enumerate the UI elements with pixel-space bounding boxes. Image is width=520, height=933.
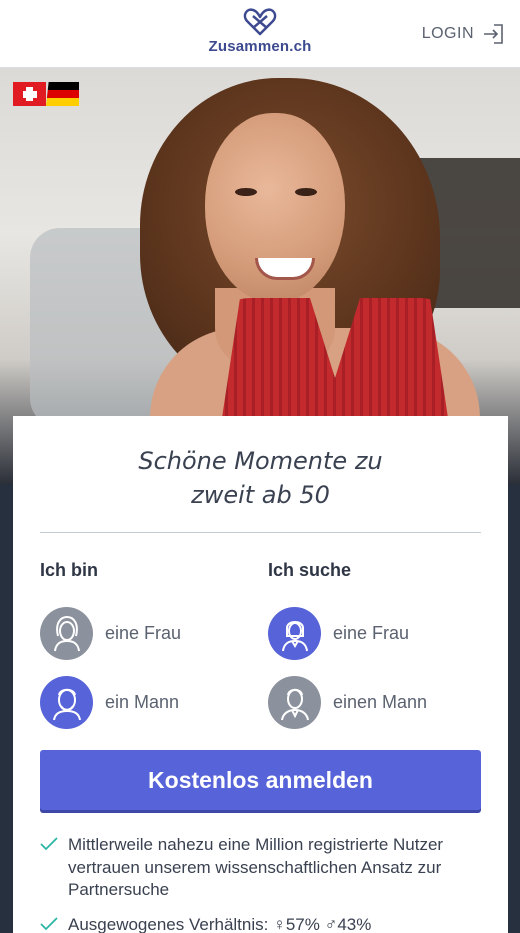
i-am-woman-label: eine Frau [105, 622, 182, 643]
i-am-title: Ich bin [40, 560, 98, 580]
language-switcher[interactable] [13, 82, 79, 106]
header: Zusammen.ch LOGIN [0, 0, 520, 68]
looking-for-woman-option[interactable]: eine Frau [268, 606, 409, 660]
benefits-list: Mittlerweile nahezu eine Million registr… [40, 834, 490, 933]
login-arrow-icon [484, 24, 503, 44]
brand-logo[interactable]: Zusammen.ch [200, 6, 320, 62]
i-am-man-label: ein Mann [105, 691, 180, 712]
heart-infinity-icon [243, 8, 277, 36]
divider [40, 532, 481, 533]
man-avatar-icon [268, 675, 321, 729]
i-am-woman-option[interactable]: eine Frau [40, 606, 181, 660]
woman-avatar-icon [40, 606, 93, 660]
looking-for-title: Ich suche [268, 560, 352, 580]
headline: Schöne Momente zu zweit ab 50 [138, 447, 383, 509]
german-flag-icon[interactable] [46, 82, 79, 106]
brand-name: Zusammen.ch [208, 38, 312, 55]
list-item: Ausgewogenes Verhältnis: ♀57% ♂43% [40, 914, 490, 933]
register-free-button[interactable]: Kostenlos anmelden [40, 750, 481, 810]
i-am-man-option[interactable]: ein Mann [40, 675, 179, 729]
woman-avatar-icon [268, 606, 321, 660]
registration-card: Schöne Momente zu zweit ab 50 Ich bin Ic… [13, 416, 508, 933]
man-avatar-icon [40, 675, 93, 729]
login-link[interactable]: LOGIN [422, 22, 504, 46]
looking-for-man-label: einen Mann [333, 691, 428, 712]
looking-for-man-option[interactable]: einen Mann [268, 675, 427, 729]
check-icon [40, 837, 58, 851]
check-icon [40, 916, 58, 930]
swiss-flag-icon[interactable] [13, 82, 46, 106]
looking-for-woman-label: eine Frau [333, 622, 410, 643]
list-item: Mittlerweile nahezu eine Million registr… [40, 834, 490, 902]
login-label: LOGIN [421, 25, 474, 42]
